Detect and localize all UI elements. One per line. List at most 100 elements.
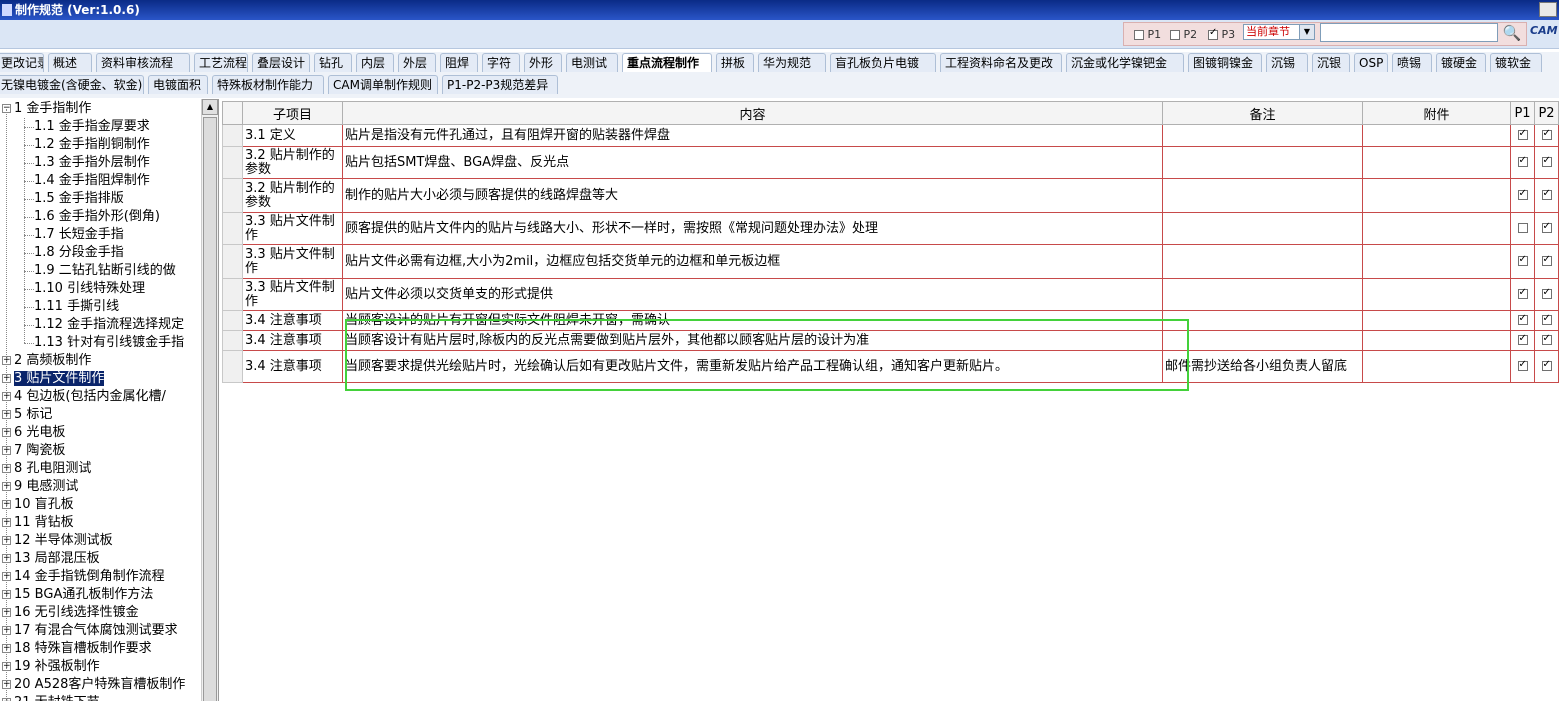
cell-p1[interactable]	[1510, 146, 1535, 179]
table-row[interactable]: 3.2 贴片制作的参数 贴片包括SMT焊盘、BGA焊盘、反光点	[222, 146, 1559, 179]
tree-section[interactable]: 1.12 金手指流程选择规定	[34, 316, 184, 334]
p2-checkbox[interactable]	[1541, 253, 1552, 267]
tree-section[interactable]: 1.6 金手指外形(倒角)	[34, 208, 160, 226]
tree-chapter[interactable]: +8 孔电阻测试	[2, 460, 91, 478]
tab-11[interactable]: 外形	[524, 53, 562, 72]
tab-22[interactable]: OSP	[1354, 53, 1388, 72]
p2-checkbox[interactable]	[1541, 220, 1552, 234]
col-header-content[interactable]: 内容	[342, 101, 1163, 125]
row-header[interactable]	[222, 244, 243, 279]
table-row[interactable]: 3.4 注意事项 当顾客设计的贴片有开窗但实际文件阻焊未开窗，需确认	[222, 310, 1559, 331]
p3-filter[interactable]: P3	[1208, 27, 1235, 41]
tab-16[interactable]: 盲孔板负片电镀	[830, 53, 936, 72]
tab-24[interactable]: 镀硬金	[1436, 53, 1486, 72]
p2-checkbox[interactable]	[1541, 312, 1552, 326]
cell-p2[interactable]	[1534, 212, 1559, 245]
cell-p1[interactable]	[1510, 330, 1535, 351]
p1-filter[interactable]: P1	[1134, 28, 1161, 41]
tree-chapter[interactable]: +11 背钻板	[2, 514, 74, 532]
cell-note[interactable]	[1162, 278, 1363, 311]
p1-checkbox[interactable]	[1517, 358, 1528, 372]
cell-note[interactable]	[1162, 310, 1363, 331]
cell-sub-item[interactable]: 3.2 贴片制作的参数	[242, 146, 343, 179]
cell-sub-item[interactable]: 3.4 注意事项	[242, 310, 343, 331]
cell-content[interactable]: 贴片包括SMT焊盘、BGA焊盘、反光点	[342, 146, 1163, 179]
row-header[interactable]	[222, 146, 243, 179]
tree-chapter[interactable]: +12 半导体测试板	[2, 532, 113, 550]
tree-section[interactable]: 1.11 手撕引线	[34, 298, 119, 316]
tree-chapter[interactable]: +7 陶瓷板	[2, 442, 65, 460]
p2-checkbox[interactable]	[1541, 358, 1552, 372]
tab-4[interactable]: 工艺流程	[194, 53, 248, 72]
cell-note[interactable]	[1162, 244, 1363, 279]
tree-section[interactable]: 1.1 金手指金厚要求	[34, 118, 150, 136]
row-header[interactable]	[222, 178, 243, 213]
tree-chapter[interactable]: +17 有混合气体腐蚀测试要求	[2, 622, 178, 640]
tree-section[interactable]: 1.3 金手指外层制作	[34, 154, 150, 172]
tree-chapter[interactable]: +20 A528客户特殊盲槽板制作	[2, 676, 185, 694]
tree-section[interactable]: 1.9 二钻孔钻断引线的做	[34, 262, 176, 280]
tree-section[interactable]: 1.4 金手指阻焊制作	[34, 172, 150, 190]
cell-content[interactable]: 贴片文件必须以交货单支的形式提供	[342, 278, 1163, 311]
tab-17[interactable]: 工程资料命名及更改	[940, 53, 1062, 72]
tree-chapter[interactable]: +2 高频板制作	[2, 352, 91, 370]
tree-section[interactable]: 1.13 针对有引线镀金手指	[34, 334, 184, 352]
tree-chapter[interactable]: +16 无引线选择性镀金	[2, 604, 139, 622]
cell-p1[interactable]	[1510, 350, 1535, 383]
cell-sub-item[interactable]: 3.2 贴片制作的参数	[242, 178, 343, 213]
cell-p2[interactable]	[1534, 278, 1559, 311]
p2-checkbox[interactable]	[1541, 187, 1552, 201]
tab-14[interactable]: 拼板	[716, 53, 754, 72]
row-header[interactable]	[222, 350, 243, 383]
p2-checkbox[interactable]	[1541, 286, 1552, 300]
cell-sub-item[interactable]: 3.3 贴片文件制作	[242, 212, 343, 245]
col-header-sub[interactable]: 子项目	[242, 101, 343, 125]
scope-select[interactable]: 当前章节 ▼	[1243, 24, 1315, 40]
tab-21[interactable]: 沉银	[1312, 53, 1350, 72]
table-row[interactable]: 3.4 注意事项 当顾客要求提供光绘贴片时，光绘确认后如有更改贴片文件，需重新发贴…	[222, 350, 1559, 383]
cell-note[interactable]: 邮件需抄送给各小组负责人留底	[1162, 350, 1363, 383]
cell-attachment[interactable]	[1362, 330, 1511, 351]
p1-checkbox[interactable]	[1517, 127, 1528, 141]
p3-checkbox[interactable]	[1208, 27, 1218, 40]
cell-sub-item[interactable]: 3.3 贴片文件制作	[242, 244, 343, 279]
cell-p2[interactable]	[1534, 244, 1559, 279]
cell-sub-item[interactable]: 3.4 注意事项	[242, 350, 343, 383]
table-row[interactable]: 3.1 定义 贴片是指没有元件孔通过，且有阻焊开窗的贴装器件焊盘	[222, 124, 1559, 147]
row-header[interactable]	[222, 310, 243, 331]
p1-checkbox[interactable]	[1517, 312, 1528, 326]
tree-scrollbar[interactable]: ▲	[201, 99, 218, 701]
tree-section[interactable]: 1.8 分段金手指	[34, 244, 124, 262]
p1-checkbox[interactable]	[1517, 332, 1528, 346]
tree-chapter[interactable]: +5 标记	[2, 406, 52, 424]
cell-content[interactable]: 贴片是指没有元件孔通过，且有阻焊开窗的贴装器件焊盘	[342, 124, 1163, 147]
cell-p1[interactable]	[1510, 278, 1535, 311]
tree-section[interactable]: 1.5 金手指排版	[34, 190, 124, 208]
tree-section[interactable]: 1.7 长短金手指	[34, 226, 124, 244]
p1-checkbox[interactable]	[1517, 154, 1528, 168]
p2-checkbox[interactable]	[1541, 332, 1552, 346]
tab-15[interactable]: 华为规范	[758, 53, 826, 72]
scroll-thumb[interactable]	[203, 117, 217, 701]
cell-content[interactable]: 贴片文件必需有边框,大小为2mil，边框应包括交货单元的边框和单元板边框	[342, 244, 1163, 279]
tab-19[interactable]: 图镀铜镍金	[1188, 53, 1262, 72]
search-icon[interactable]: 🔍	[1500, 22, 1524, 44]
cell-content[interactable]: 当顾客要求提供光绘贴片时，光绘确认后如有更改贴片文件，需重新发贴片给产品工程确认…	[342, 350, 1163, 383]
cell-content[interactable]: 顾客提供的贴片文件内的贴片与线路大小、形状不一样时，需按照《常规问题处理办法》处…	[342, 212, 1163, 245]
search-input[interactable]	[1320, 23, 1498, 42]
tree-chapter[interactable]: +19 补强板制作	[2, 658, 100, 676]
tab-2[interactable]: 概述	[48, 53, 92, 72]
tab-12[interactable]: 电测试	[566, 53, 618, 72]
p2-checkbox[interactable]	[1541, 154, 1552, 168]
cell-p2[interactable]	[1534, 178, 1559, 213]
tab-5[interactable]: 叠层设计	[252, 53, 310, 72]
table-row[interactable]: 3.2 贴片制作的参数 制作的贴片大小必须与顾客提供的线路焊盘等大	[222, 178, 1559, 213]
tab-6[interactable]: 钻孔	[314, 53, 352, 72]
cell-p1[interactable]	[1510, 244, 1535, 279]
tab-row2-5[interactable]: P1-P2-P3规范差异	[442, 75, 558, 94]
col-header-note[interactable]: 备注	[1162, 101, 1363, 125]
table-row[interactable]: 3.4 注意事项 当顾客设计有贴片层时,除板内的反光点需要做到贴片层外，其他都以顾…	[222, 330, 1559, 351]
p2-checkbox[interactable]	[1170, 30, 1180, 40]
row-header[interactable]	[222, 124, 243, 147]
cell-p1[interactable]	[1510, 310, 1535, 331]
